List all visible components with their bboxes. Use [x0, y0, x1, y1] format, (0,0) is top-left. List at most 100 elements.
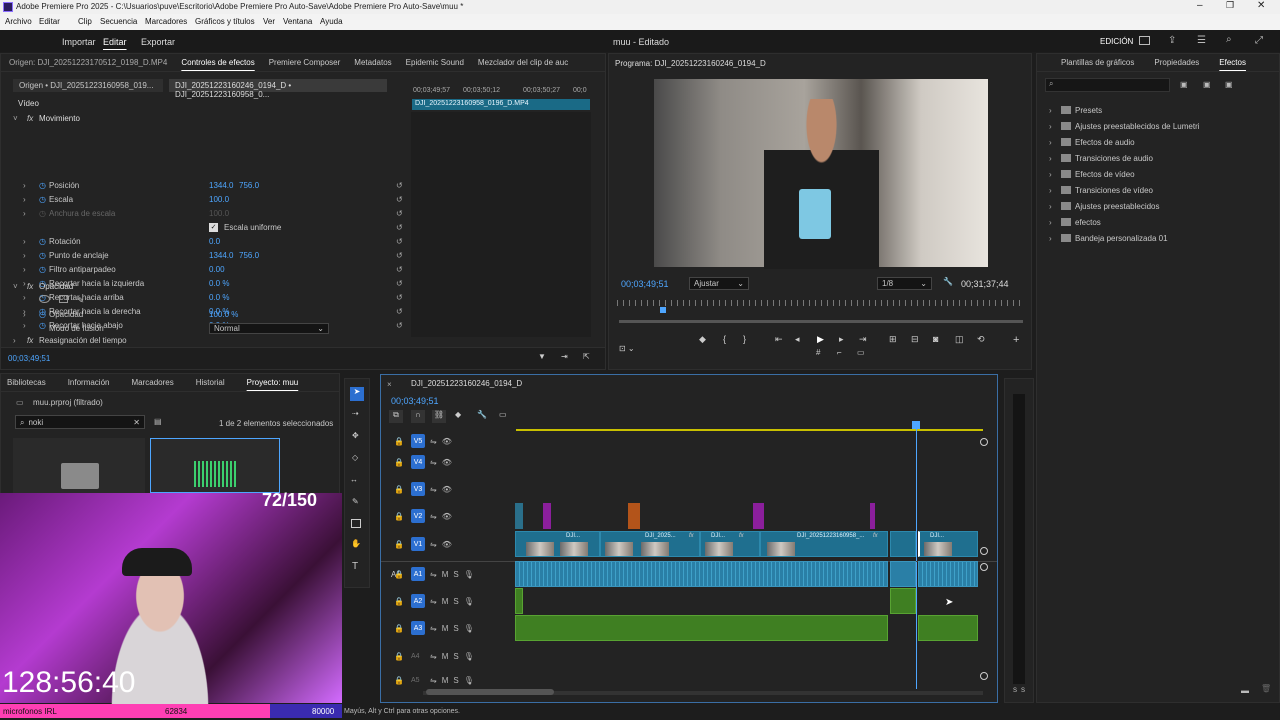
v2-clip[interactable] [870, 503, 875, 529]
eye-icon[interactable]: 👁 [442, 437, 452, 446]
v1-clip[interactable]: DJI... [918, 531, 978, 557]
effects-folder[interactable]: › Transiciones de audio [1049, 150, 1269, 166]
tab-plantillas[interactable]: Plantillas de gráficos [1061, 58, 1134, 67]
tab-origen[interactable]: Origen: DJI_20251223170512_0198_D.MP4 [9, 58, 167, 67]
output-icon[interactable]: ▭ [857, 348, 865, 357]
track-a5[interactable]: 🔒 A5 ⇋ M S 🎙 [384, 670, 512, 690]
project-search[interactable]: ⌕ noki ✕ [15, 415, 145, 429]
chevron-right-icon[interactable]: › [1049, 186, 1061, 195]
effects-folder[interactable]: › Transiciones de vídeo [1049, 182, 1269, 198]
tab-metadatos[interactable]: Metadatos [354, 58, 391, 67]
close-sequence-icon[interactable]: × [387, 380, 392, 389]
pen-tool-icon[interactable]: ✎ [352, 497, 359, 506]
mute-icon[interactable]: M [442, 597, 449, 606]
lock-icon[interactable]: 🔒 [394, 570, 406, 579]
track-v4[interactable]: 🔒 V4 ⇋ 👁 [384, 449, 512, 475]
razor-icon[interactable]: ◇ [352, 453, 358, 462]
prop-value-1[interactable]: 0.0 [209, 237, 239, 246]
v-scroll-handle[interactable] [980, 547, 988, 555]
track-a3[interactable]: 🔒 A3 ⇋ M S 🎙 [384, 615, 512, 641]
lock-icon[interactable]: 🔒 [394, 597, 406, 606]
prop-opacidad[interactable]: › ◷ Opacidad 100.0 % [23, 307, 403, 321]
chevron-right-icon[interactable]: › [1049, 122, 1061, 131]
effects-folder[interactable]: › efectos [1049, 214, 1269, 230]
menu-ventana[interactable]: Ventana [283, 17, 312, 26]
tab-epidemic-sound[interactable]: Epidemic Sound [406, 58, 464, 67]
menu-clip[interactable]: Clip [78, 17, 92, 26]
prop-value-1[interactable]: 100.0 [209, 209, 239, 218]
effects-folder[interactable]: › Ajustes preestablecidos de Lumetri [1049, 118, 1269, 134]
program-ruler[interactable] [617, 300, 1025, 306]
32bit-icon[interactable]: ▣ [1203, 80, 1211, 89]
program-playhead[interactable] [660, 307, 667, 313]
track-v4-target[interactable]: V4 [411, 455, 425, 469]
v1-clip[interactable]: DJI... fx [700, 531, 760, 557]
tab-premiere-composer[interactable]: Premiere Composer [269, 58, 341, 67]
effects-folder[interactable]: › Efectos de audio [1049, 134, 1269, 150]
v1-clip[interactable]: DJI_2025... fx [600, 531, 700, 557]
mic-icon[interactable]: 🎙 [464, 624, 474, 633]
marker-icon[interactable]: ◆ [699, 334, 706, 345]
chevron-right-icon[interactable]: › [1049, 234, 1061, 243]
tab-editar[interactable]: Editar [103, 37, 127, 47]
ripple-edit-icon[interactable]: ✥ [352, 431, 359, 440]
stopwatch-icon[interactable]: ◷ [39, 237, 49, 246]
opacidad-value[interactable]: 100.0 % [209, 310, 238, 319]
prop-value-1[interactable]: 1344.0 [209, 251, 239, 260]
filter-icon[interactable]: ▼ [538, 352, 546, 361]
chevron-right-icon[interactable]: › [1049, 106, 1061, 115]
eye-icon[interactable]: 👁 [442, 458, 452, 467]
rect-mask-icon[interactable] [59, 295, 69, 303]
lock-icon[interactable]: 🔒 [394, 458, 406, 467]
ec-timecode[interactable]: 00;03;49;51 [8, 354, 50, 363]
ec-clip-bar[interactable]: DJI_20251223160958_0196_D.MP4 [412, 99, 590, 110]
sync-icon[interactable]: ⇋ [430, 458, 437, 467]
mute-icon[interactable]: M [442, 624, 449, 633]
go-in-icon[interactable]: ⇤ [775, 334, 783, 345]
wrench-icon[interactable]: 🔧 [943, 277, 953, 286]
meter-solo-left[interactable]: S [1013, 688, 1017, 694]
safe-margins-icon[interactable]: # [816, 348, 820, 357]
reset-icon[interactable]: ↺ [396, 181, 403, 190]
go-out-icon[interactable]: ⇥ [859, 334, 867, 345]
rectangle-tool-icon[interactable] [351, 519, 361, 528]
reset-icon[interactable]: ↺ [396, 237, 403, 246]
reset-icon[interactable]: ↺ [396, 321, 403, 330]
lock-icon[interactable]: 🔒 [394, 512, 406, 521]
audio-item[interactable] [150, 438, 280, 493]
fullscreen-icon[interactable]: ⤢ [1255, 35, 1263, 46]
settings-dropdown-icon[interactable]: ⊡ ⌄ [619, 344, 635, 353]
menu-marcadores[interactable]: Marcadores [145, 17, 187, 26]
panel-layout-icon[interactable] [1139, 36, 1150, 45]
prop-row[interactable]: › ◷ Escala 100.0 ↺ [23, 192, 403, 206]
sync-icon[interactable]: ⇋ [430, 676, 437, 685]
chevron-right-icon[interactable]: › [1049, 170, 1061, 179]
a1-clip[interactable] [918, 561, 978, 587]
source-clip-tab[interactable]: Origen • DJI_20251223160958_019... [13, 79, 163, 92]
lock-icon[interactable]: 🔒 [394, 437, 406, 446]
sync-icon[interactable]: ⇋ [430, 570, 437, 579]
prop-row[interactable]: ✓ Escala uniforme ↺ [23, 220, 403, 234]
stopwatch-icon[interactable]: ◷ [39, 209, 49, 218]
mic-icon[interactable]: 🎙 [464, 676, 474, 685]
search-icon[interactable]: ⌕ [1226, 34, 1232, 45]
tab-efectos[interactable]: Efectos [1219, 58, 1246, 67]
sequence-clip-tab[interactable]: DJI_20251223160246_0194_D • DJI_20251223… [169, 79, 387, 99]
tab-mezclador[interactable]: Mezclador del clip de auc [478, 58, 568, 67]
new-bin-icon[interactable]: ▬ [1241, 686, 1249, 695]
stopwatch-icon[interactable]: ◷ [39, 251, 49, 260]
prop-value-2[interactable]: 756.0 [239, 181, 269, 190]
prop-value-1[interactable]: 1344.0 [209, 181, 239, 190]
maximize-button[interactable]: ❐ [1226, 0, 1234, 11]
reset-icon[interactable]: ↺ [396, 265, 403, 274]
solo-icon[interactable]: S [453, 676, 458, 685]
stopwatch-icon[interactable]: ◷ [39, 265, 49, 274]
sync-icon[interactable]: ⇋ [430, 485, 437, 494]
v-scroll-handle[interactable] [980, 563, 988, 571]
slip-icon[interactable]: ↔ [350, 475, 358, 484]
v2-clip[interactable] [753, 503, 764, 529]
mark-out-icon[interactable]: } [743, 334, 746, 344]
playhead-handle[interactable] [912, 421, 920, 429]
mark-in-icon[interactable]: { [723, 334, 726, 344]
a2-clip[interactable] [890, 588, 916, 614]
